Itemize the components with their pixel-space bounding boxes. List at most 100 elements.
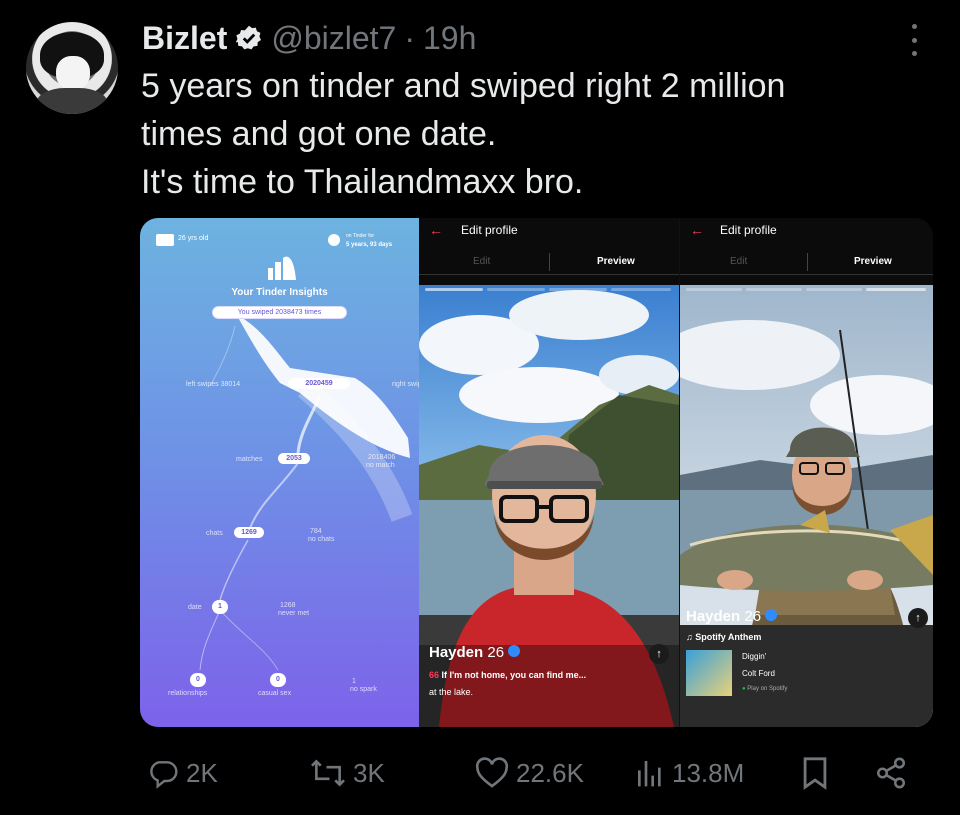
photo-progress (686, 288, 742, 291)
profile-first-name: Hayden (686, 608, 741, 625)
share-button[interactable] (874, 756, 908, 790)
spotify-icon: ● (742, 686, 746, 692)
quote-line-2: at the lake. (429, 687, 474, 697)
repost-count: 3K (353, 757, 385, 788)
play-on-spotify-label: Play on Spotify (747, 686, 788, 692)
tweet-text: 5 years on tinder and swiped right 2 mil… (141, 62, 921, 206)
tweet-text-line: times and got one date. (141, 115, 497, 153)
anthem-row: ♫ Spotify Anthem (686, 632, 761, 642)
expand-profile-icon[interactable]: ↑ (649, 644, 669, 664)
tweet-actions: 2K 3K 22.6K 13.8M (0, 748, 960, 798)
edit-profile-bar: ← Edit profile (680, 218, 933, 244)
photo-progress (611, 288, 671, 291)
matches-label: matches (236, 456, 263, 463)
edit-preview-tabs: Edit Preview (419, 251, 679, 275)
profile-first-name: Hayden (429, 644, 484, 661)
tab-divider (549, 253, 550, 271)
photo-progress (425, 288, 483, 291)
age-label: 26 yrs old (178, 235, 209, 242)
tinder-insights-image[interactable]: 26 yrs old on Tinder for 5 years, 93 day… (140, 218, 419, 727)
profile-preview-right[interactable]: ← Edit profile Edit Preview Hayden 26 ↑ … (680, 218, 933, 727)
reply-count: 2K (186, 757, 218, 788)
clock-person-icon (328, 234, 340, 246)
bookmark-button[interactable] (800, 756, 830, 790)
photo-progress (549, 288, 607, 291)
edit-profile-title: Edit profile (461, 223, 518, 237)
chats-label: chats (206, 530, 223, 537)
right-swipes-label: right swipes (392, 381, 419, 388)
tweet-text-line: It's time to Thailandmaxx bro. (141, 163, 584, 201)
profile-age: 26 (744, 608, 762, 625)
play-on-spotify[interactable]: ● Play on Spotify (742, 686, 787, 692)
tab-preview[interactable]: Preview (597, 256, 635, 267)
music-note-icon: ♫ (686, 632, 693, 642)
repost-icon (311, 759, 345, 787)
verified-photo-icon (508, 645, 521, 658)
flame-chart-icon (268, 256, 296, 280)
id-card-icon (156, 234, 174, 246)
views-icon (638, 761, 661, 787)
header-separator: · (404, 19, 415, 56)
song-title: Diggin' (742, 652, 767, 661)
back-arrow-icon[interactable]: ← (429, 222, 443, 238)
author-avatar[interactable] (26, 22, 118, 114)
expand-profile-icon[interactable]: ↑ (908, 608, 928, 628)
relationships-label: relationships (168, 690, 208, 697)
tweet-time[interactable]: 19h (423, 20, 476, 57)
tab-edit[interactable]: Edit (730, 256, 747, 267)
edit-preview-tabs: Edit Preview (680, 251, 933, 275)
quote-icon: 66 (429, 670, 440, 680)
photo-progress (806, 288, 862, 291)
verified-badge-icon (236, 25, 262, 50)
tweet-media[interactable]: 26 yrs old on Tinder for 5 years, 93 day… (140, 218, 933, 727)
back-arrow-icon[interactable]: ← (690, 222, 704, 238)
album-cover[interactable] (686, 650, 732, 696)
like-count: 22.6K (516, 757, 584, 788)
like-button[interactable]: 22.6K (474, 756, 584, 790)
profile-quote: 66 If I'm not home, you can find me... (429, 670, 586, 680)
profile-name: Hayden 26 (429, 644, 521, 661)
casual-label: casual sex (258, 690, 292, 697)
tab-divider (807, 253, 808, 271)
author-name[interactable]: Bizlet (142, 20, 227, 57)
more-icon[interactable] (906, 24, 922, 56)
views-button[interactable]: 13.8M (634, 756, 744, 790)
no-match-value: 2018406 (368, 454, 396, 461)
edit-profile-bar: ← Edit profile (419, 218, 679, 244)
date-pill: 1 (212, 600, 228, 614)
never-met-value: 1268 (280, 602, 296, 609)
swiped-total-pill: You swiped 2038473 times (212, 306, 347, 319)
matches-pill: 2053 (278, 453, 310, 464)
tweet-header: Bizlet @bizlet7 · 19h (142, 18, 476, 58)
relationships-pill: 0 (190, 673, 206, 687)
no-spark-label: no spark (350, 686, 377, 693)
quote-line-1: If I'm not home, you can find me... (441, 670, 587, 680)
left-swipes-label: left swipes 38014 (186, 381, 241, 388)
date-label: date (188, 604, 202, 611)
photo-progress (746, 288, 802, 291)
views-count: 13.8M (672, 757, 745, 788)
anthem-label: Spotify Anthem (695, 632, 762, 642)
avatar-face (56, 56, 90, 90)
reply-button[interactable]: 2K (146, 756, 218, 790)
tab-preview[interactable]: Preview (854, 256, 892, 267)
verified-photo-icon (765, 609, 778, 622)
tweet-text-line: 5 years on tinder and swiped right 2 mil… (141, 67, 786, 105)
profile-name: Hayden 26 (686, 608, 778, 625)
on-tinder-label: on Tinder for (346, 233, 375, 239)
edit-profile-title: Edit profile (720, 223, 777, 237)
share-icon (876, 757, 906, 789)
photo-progress (487, 288, 545, 291)
never-met-label: never met (278, 610, 310, 617)
like-icon (475, 757, 509, 788)
no-chats-value: 784 (310, 528, 322, 535)
casual-pill: 0 (270, 673, 286, 687)
author-handle[interactable]: @bizlet7 (271, 20, 396, 57)
reply-icon (150, 761, 178, 789)
profile-preview-left[interactable]: ← Edit profile Edit Preview Hayden 26 ↑ … (419, 218, 679, 727)
bookmark-icon (803, 757, 827, 790)
tab-edit[interactable]: Edit (473, 256, 490, 267)
profile-age: 26 (487, 644, 505, 661)
right-swipes-pill: 2020459 (288, 378, 350, 389)
repost-button[interactable]: 3K (309, 756, 385, 790)
